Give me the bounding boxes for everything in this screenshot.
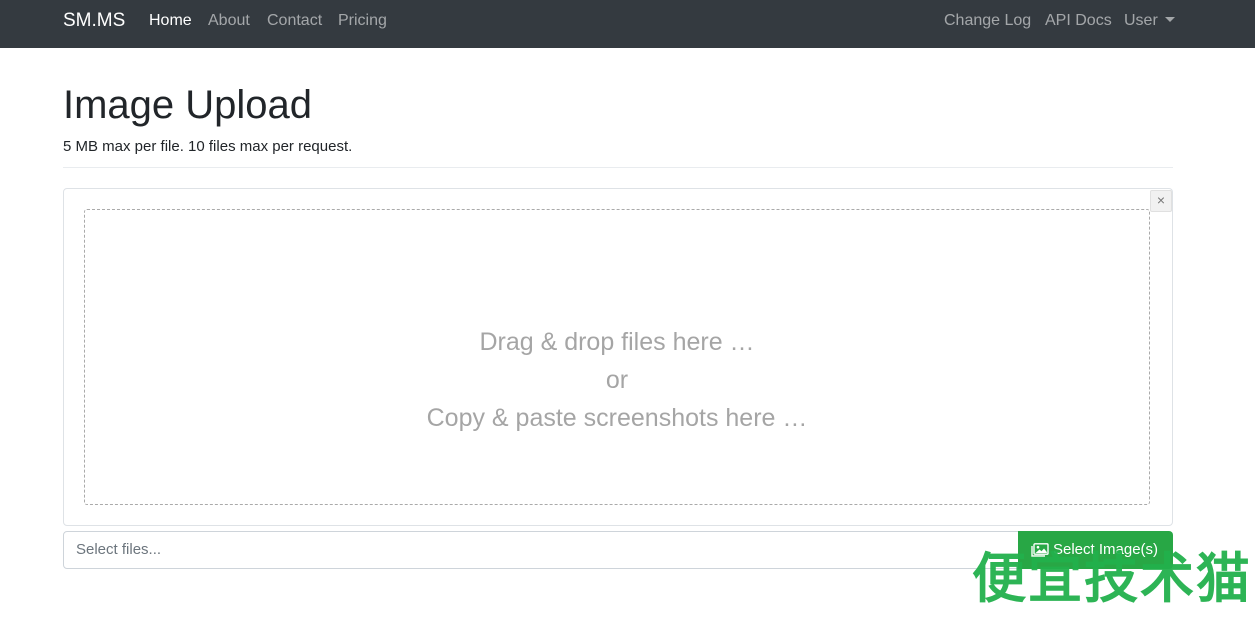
drop-zone[interactable]: Drag & drop files here … or Copy & paste… <box>84 209 1150 505</box>
chevron-down-icon <box>1164 17 1175 22</box>
upload-panel: Drag & drop files here … or Copy & paste… <box>63 188 1173 526</box>
drop-text-line-1: Drag & drop files here … <box>479 328 755 356</box>
brand-logo[interactable]: SM.MS <box>63 10 125 32</box>
close-icon[interactable]: × <box>1150 190 1172 212</box>
nav-user-label: User <box>1124 12 1158 29</box>
drop-text-line-3: Copy & paste screenshots here … <box>426 404 808 432</box>
watermark-logo: 便宜技术猫 <box>972 549 1252 609</box>
nav-api-docs[interactable]: API Docs <box>1045 11 1112 31</box>
nav-change-log[interactable]: Change Log <box>944 11 1031 31</box>
divider <box>63 167 1173 168</box>
nav-user-dropdown[interactable]: User <box>1124 11 1175 31</box>
nav-contact[interactable]: Contact <box>267 11 322 31</box>
drop-text-line-2: or <box>605 366 629 394</box>
page-title: Image Upload <box>63 83 313 127</box>
nav-pricing[interactable]: Pricing <box>338 11 387 31</box>
file-select-input[interactable]: Select files... <box>63 531 1019 569</box>
navbar: SM.MS Home About Contact Pricing Change … <box>0 0 1255 48</box>
page-subtitle: 5 MB max per file. 10 files max per requ… <box>63 138 353 155</box>
nav-about[interactable]: About <box>208 11 250 31</box>
nav-home[interactable]: Home <box>149 11 192 31</box>
